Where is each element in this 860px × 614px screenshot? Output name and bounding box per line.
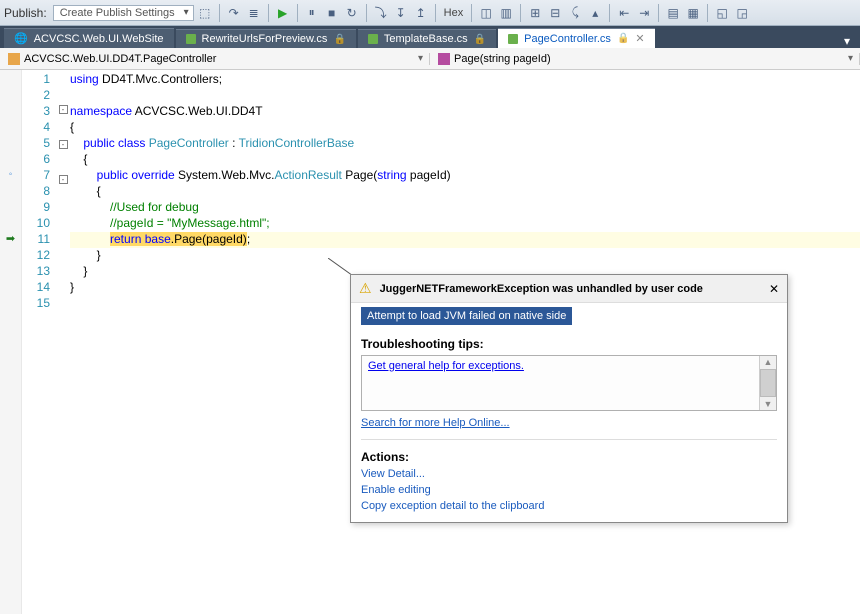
fold-toggle[interactable]: - [59, 175, 68, 184]
hex-label[interactable]: Hex [441, 7, 467, 19]
navigation-bar: ACVCSC.Web.UI.DD4T.PageController Page(s… [0, 48, 860, 70]
cs-file-icon [368, 34, 378, 44]
exception-popup: ⚠ JuggerNETFrameworkException was unhand… [350, 274, 788, 523]
misc-icon-1[interactable]: ◱ [713, 4, 731, 22]
step-out-icon[interactable]: ↥ [412, 4, 430, 22]
tab-label: TemplateBase.cs [384, 33, 468, 45]
copy-exception-link[interactable]: Copy exception detail to the clipboard [361, 500, 777, 512]
tool-icon-4[interactable]: ⊟ [546, 4, 564, 22]
exception-header: ⚠ JuggerNETFrameworkException was unhand… [351, 275, 787, 303]
document-tab-strip: 🌐 ACVCSC.Web.UI.WebSite RewriteUrlsForPrev… [0, 26, 860, 48]
tab-pagecontroller-cs[interactable]: PageController.cs 🔒 ✕ [498, 28, 655, 48]
indent-left-icon[interactable]: ⇤ [615, 4, 633, 22]
glyph-margin: ◦➡ [0, 70, 22, 614]
tab-label: PageController.cs [524, 33, 611, 45]
member-name: Page(string pageId) [454, 53, 551, 65]
code-line-6[interactable]: { [70, 152, 860, 168]
enable-editing-link[interactable]: Enable editing [361, 484, 777, 496]
cs-file-icon [186, 34, 196, 44]
exception-message: Attempt to load JVM failed on native sid… [361, 307, 572, 325]
scroll-up-icon[interactable]: ▲ [763, 356, 774, 368]
code-line-12[interactable]: } [70, 248, 860, 264]
publish-label: Publish: [4, 6, 47, 20]
close-icon[interactable]: ✕ [635, 32, 644, 45]
member-selector[interactable]: Page(string pageId) [430, 53, 860, 65]
code-line-2[interactable] [70, 88, 860, 104]
misc-icon-2[interactable]: ◲ [733, 4, 751, 22]
tool-icon-6[interactable]: ▴ [586, 4, 604, 22]
gutter-mark-icon: ◦ [9, 169, 13, 180]
tab-acvcsc-web-ui-website[interactable]: 🌐 ACVCSC.Web.UI.WebSite [4, 28, 174, 48]
debug-step-icon[interactable]: ↷ [225, 4, 243, 22]
step-over-icon[interactable]: ⤵ [372, 4, 390, 22]
toolbar: Publish: Create Publish Settings ⬚ ↷ ≣ ▶… [0, 0, 860, 26]
uncomment-icon[interactable]: ▦ [684, 4, 702, 22]
scroll-thumb[interactable] [760, 369, 776, 397]
search-online-link[interactable]: Search for more Help Online... [361, 417, 777, 429]
code-line-9[interactable]: //Used for debug [70, 200, 860, 216]
tab-rewriteurlsforpreview-cs[interactable]: RewriteUrlsForPreview.cs 🔒 [176, 29, 356, 48]
tab-label: RewriteUrlsForPreview.cs [202, 33, 328, 45]
tab-templatebase-cs[interactable]: TemplateBase.cs 🔒 [358, 29, 496, 48]
publish-dropdown[interactable]: Create Publish Settings [53, 5, 194, 21]
tab-label: ACVCSC.Web.UI.WebSite [34, 33, 164, 45]
tool-icon-5[interactable]: ⤹ [566, 4, 584, 22]
fold-toggle[interactable]: - [59, 140, 68, 149]
fold-column: - - - [56, 70, 70, 614]
step-into-icon[interactable]: ↧ [392, 4, 410, 22]
tip-general-link[interactable]: Get general help for exceptions. [368, 360, 524, 372]
stop-icon[interactable]: ■ [323, 4, 341, 22]
class-icon [8, 53, 20, 65]
pause-icon[interactable]: ⏸ [303, 4, 321, 22]
lock-icon: 🔒 [333, 34, 345, 45]
run-icon[interactable]: ▶ [274, 4, 292, 22]
code-line-8[interactable]: { [70, 184, 860, 200]
globe-icon: 🌐 [14, 32, 28, 45]
code-line-3[interactable]: namespace ACVCSC.Web.UI.DD4T [70, 104, 860, 120]
code-line-7[interactable]: public override System.Web.Mvc.ActionRes… [70, 168, 860, 184]
class-name: ACVCSC.Web.UI.DD4T.PageController [24, 53, 216, 65]
cs-file-icon [508, 34, 518, 44]
code-line-10[interactable]: //pageId = "MyMessage.html"; [70, 216, 860, 232]
tips-scrollbar[interactable]: ▲ ▼ [759, 356, 776, 410]
code-line-11[interactable]: return base.Page(pageId); [70, 232, 860, 248]
code-line-5[interactable]: public class PageController : TridionCon… [70, 136, 860, 152]
publish-icon[interactable]: ⬚ [196, 4, 214, 22]
troubleshooting-tips-box: Get general help for exceptions. ▲ ▼ [361, 355, 777, 411]
tool-icon-3[interactable]: ⊞ [526, 4, 544, 22]
method-icon [438, 53, 450, 65]
current-line-arrow-icon: ➡ [6, 232, 15, 245]
scroll-down-icon[interactable]: ▼ [763, 398, 774, 410]
code-line-4[interactable]: { [70, 120, 860, 136]
warning-icon: ⚠ [359, 280, 372, 297]
actions-label: Actions: [361, 450, 777, 464]
tool-icon-1[interactable]: ◫ [477, 4, 495, 22]
fold-toggle[interactable]: - [59, 105, 68, 114]
restart-icon[interactable]: ↻ [343, 4, 361, 22]
comment-icon[interactable]: ▤ [664, 4, 682, 22]
view-detail-link[interactable]: View Detail... [361, 468, 777, 480]
troubleshooting-label: Troubleshooting tips: [361, 337, 777, 351]
list-icon[interactable]: ≣ [245, 4, 263, 22]
indent-right-icon[interactable]: ⇥ [635, 4, 653, 22]
code-line-1[interactable]: using DD4T.Mvc.Controllers; [70, 72, 860, 88]
class-selector[interactable]: ACVCSC.Web.UI.DD4T.PageController [0, 53, 430, 65]
line-numbers: 123456789101112131415 [22, 70, 56, 614]
close-icon[interactable]: ✕ [769, 282, 779, 296]
exception-title: JuggerNETFrameworkException was unhandle… [380, 283, 761, 295]
tab-overflow-icon[interactable]: ▾ [838, 34, 856, 48]
lock-icon: 🔒 [474, 34, 486, 45]
lock-icon: 🔒 [617, 33, 629, 44]
tool-icon-2[interactable]: ▥ [497, 4, 515, 22]
